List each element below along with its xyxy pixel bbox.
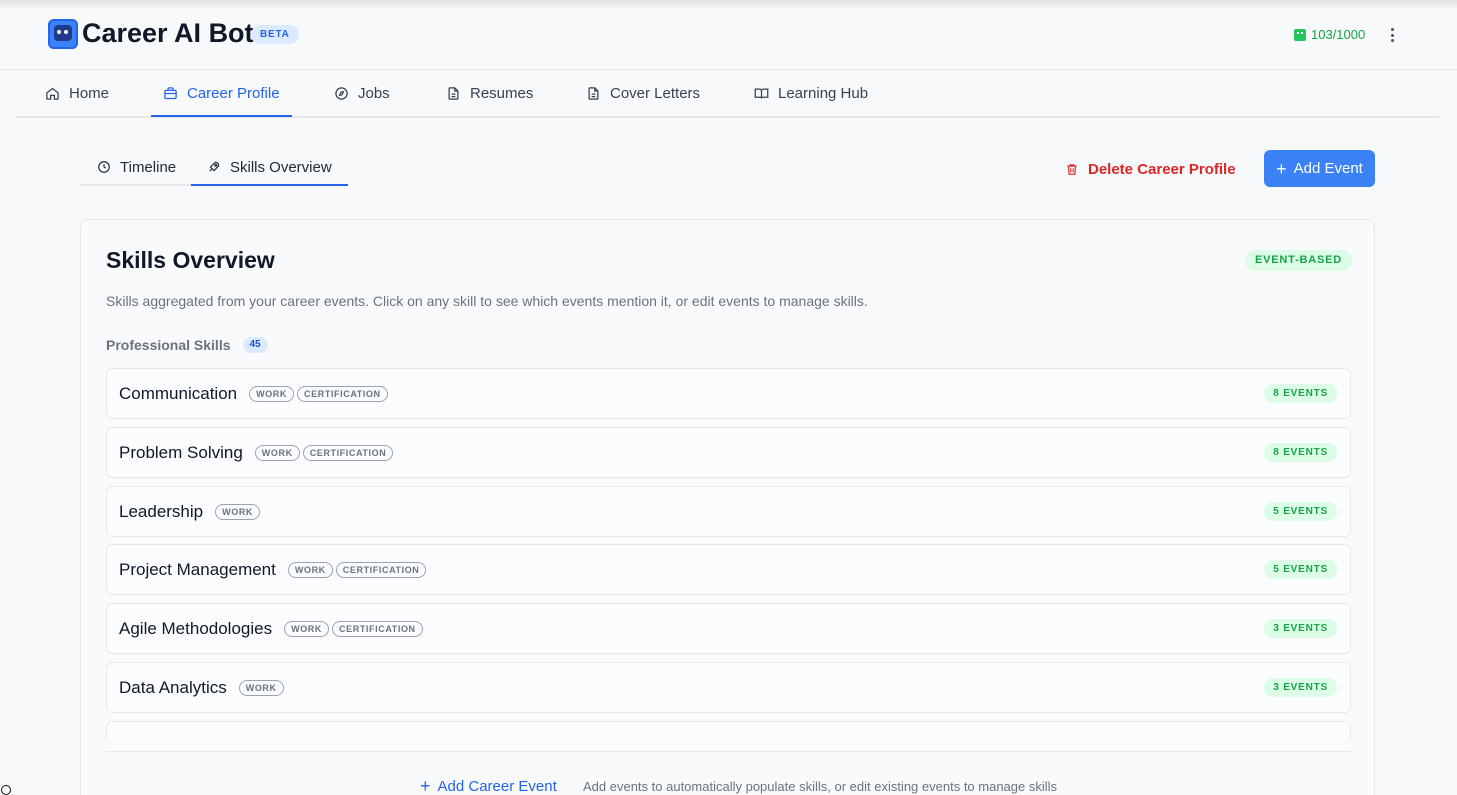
tab-learning-hub[interactable]: Learning Hub xyxy=(754,70,868,116)
subtab-skills-overview[interactable]: Skills Overview xyxy=(191,150,348,186)
more-menu-icon[interactable] xyxy=(1385,25,1399,45)
tab-cover-letters-label: Cover Letters xyxy=(610,84,701,102)
tab-jobs-label: Jobs xyxy=(358,84,390,102)
skill-tag: WORK xyxy=(238,679,284,696)
skill-tag: CERTIFICATION xyxy=(335,561,427,578)
add-event-label: Add Event xyxy=(1293,160,1363,177)
skill-row[interactable]: Agile Methodologies WORK CERTIFICATION 3… xyxy=(106,603,1351,654)
skill-row[interactable]: Problem Solving WORK CERTIFICATION 8 EVE… xyxy=(106,427,1351,478)
document-icon xyxy=(448,86,459,100)
robot-logo-icon xyxy=(48,19,78,49)
delete-career-profile-button[interactable]: Delete Career Profile xyxy=(1065,157,1236,181)
skill-tag: WORK xyxy=(215,503,261,520)
skill-name: Problem Solving xyxy=(119,442,243,462)
main-navigation: Home Career Profile Jobs Resumes Cover L… xyxy=(16,70,1439,118)
rocket-icon xyxy=(209,161,220,172)
events-count-badge: 5 EVENTS xyxy=(1264,560,1337,579)
tab-career-profile-label: Career Profile xyxy=(187,84,280,102)
profile-subtabs: Timeline Skills Overview xyxy=(80,150,348,186)
add-event-button[interactable]: + Add Event xyxy=(1264,150,1375,187)
skill-tag: CERTIFICATION xyxy=(332,620,423,637)
skills-overview-card: Skills Overview EVENT-BASED Skills aggre… xyxy=(80,219,1375,795)
clock-icon xyxy=(98,161,110,173)
subtab-timeline[interactable]: Timeline xyxy=(97,150,176,184)
app-header: Career AI Bot BETA 103/1000 xyxy=(0,0,1457,70)
subtab-timeline-label: Timeline xyxy=(120,158,177,176)
skill-name: Data Analytics xyxy=(119,677,227,697)
events-count-badge: 8 EVENTS xyxy=(1264,443,1337,462)
professional-skills-header: Professional Skills 45 xyxy=(106,337,268,353)
events-count-badge: 3 EVENTS xyxy=(1264,678,1337,697)
tab-resumes-label: Resumes xyxy=(470,84,534,102)
add-career-event-label: Add Career Event xyxy=(437,777,557,795)
skill-tag: WORK xyxy=(254,444,300,461)
footer-hint: Add events to automatically populate ski… xyxy=(583,779,1058,794)
app-title: Career AI Bot xyxy=(82,18,254,48)
events-count-badge: 3 EVENTS xyxy=(1264,619,1337,638)
trash-icon xyxy=(1067,163,1077,175)
credits-value: 103/1000 xyxy=(1311,27,1366,42)
events-count-badge: 8 EVENTS xyxy=(1264,384,1337,403)
subtab-skills-overview-label: Skills Overview xyxy=(230,158,332,176)
home-icon xyxy=(46,87,59,100)
skill-row[interactable]: Leadership WORK 5 EVENTS xyxy=(106,486,1351,537)
skill-name: Project Management xyxy=(119,559,276,579)
plus-icon: + xyxy=(420,776,431,795)
tab-cover-letters[interactable]: Cover Letters xyxy=(586,70,700,116)
tab-home[interactable]: Home xyxy=(45,70,109,116)
skills-count-badge: 45 xyxy=(242,337,268,353)
skill-tag: CERTIFICATION xyxy=(302,444,394,461)
add-career-event-link[interactable]: + Add Career Event xyxy=(420,777,557,795)
book-icon xyxy=(754,88,769,99)
mouse-cursor xyxy=(1,785,11,795)
section-label: Professional Skills xyxy=(106,337,231,353)
skill-name: Leadership xyxy=(119,501,204,521)
tab-learning-hub-label: Learning Hub xyxy=(778,84,869,102)
skill-row[interactable]: Communication WORK CERTIFICATION 8 EVENT… xyxy=(106,368,1351,419)
tab-jobs[interactable]: Jobs xyxy=(334,70,390,116)
compass-icon xyxy=(335,86,348,100)
beta-badge: BETA xyxy=(251,25,299,44)
skill-tag: WORK xyxy=(287,561,333,578)
card-title: Skills Overview xyxy=(106,247,275,273)
plus-icon: + xyxy=(1276,158,1287,179)
tab-home-label: Home xyxy=(69,84,110,102)
skill-row[interactable]: Data Analytics WORK 3 EVENTS xyxy=(106,662,1351,713)
card-divider xyxy=(106,751,1351,752)
skill-list: Communication WORK CERTIFICATION 8 EVENT… xyxy=(106,368,1351,739)
skill-tag: WORK xyxy=(284,620,330,637)
tab-career-profile[interactable]: Career Profile xyxy=(151,70,292,117)
events-count-badge: 5 EVENTS xyxy=(1264,502,1337,521)
card-description: Skills aggregated from your career event… xyxy=(106,293,868,309)
tab-resumes[interactable]: Resumes xyxy=(446,70,533,116)
briefcase-icon xyxy=(164,86,177,99)
credit-icon xyxy=(1294,28,1306,41)
event-based-badge: EVENT-BASED xyxy=(1245,250,1353,271)
skill-row-partial[interactable] xyxy=(106,721,1351,739)
credits-counter[interactable]: 103/1000 xyxy=(1294,27,1365,42)
delete-label: Delete Career Profile xyxy=(1088,160,1236,178)
skill-tag: WORK xyxy=(249,385,295,402)
skill-row[interactable]: Project Management WORK CERTIFICATION 5 … xyxy=(106,544,1351,595)
skill-name: Agile Methodologies xyxy=(119,618,273,638)
skill-tag: CERTIFICATION xyxy=(297,385,388,402)
skill-name: Communication xyxy=(119,383,238,403)
document-icon xyxy=(588,86,599,100)
